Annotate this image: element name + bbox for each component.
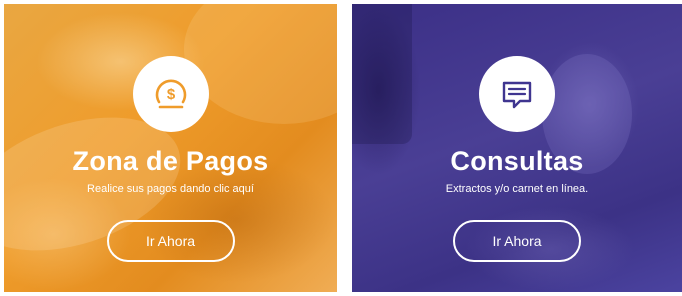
background-texture <box>352 4 412 144</box>
card-title: Zona de Pagos <box>72 146 269 176</box>
card-title: Consultas <box>450 146 584 176</box>
card-subtitle: Realice sus pagos dando clic aquí <box>87 183 254 195</box>
chat-bubble-icon <box>502 81 532 109</box>
card-zona-de-pagos[interactable]: $ Zona de Pagos Realice sus pagos dando … <box>4 4 337 292</box>
icon-badge: $ <box>132 56 209 132</box>
svg-text:$: $ <box>166 86 175 103</box>
dollar-coin-icon: $ <box>155 79 186 109</box>
card-subtitle: Extractos y/o carnet en línea. <box>445 183 589 195</box>
card-consultas[interactable]: Consultas Extractos y/o carnet en línea.… <box>352 4 682 292</box>
ir-ahora-button[interactable]: Ir Ahora <box>106 220 235 262</box>
icon-badge <box>479 56 555 132</box>
ir-ahora-button[interactable]: Ir Ahora <box>453 220 581 262</box>
